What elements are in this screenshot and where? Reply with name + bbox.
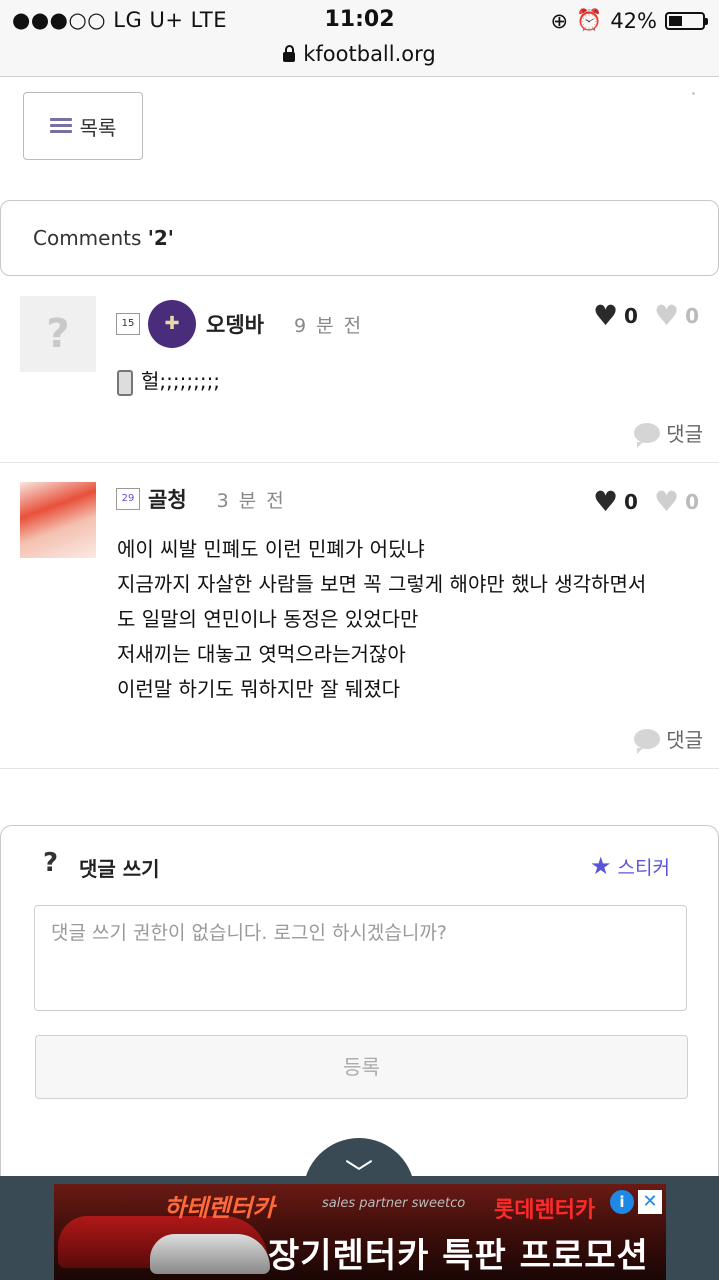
- comment-text: 헐;;;;;;;;;: [141, 369, 221, 393]
- ad-brand-secondary: 롯데렌터카: [494, 1198, 596, 1223]
- dislike-button[interactable]: ♥ 0: [654, 302, 699, 330]
- comment-meta: 15 오뎅바 9 분 전: [116, 296, 363, 352]
- comment-time: 9 분 전: [293, 314, 364, 337]
- comment-body: 헐;;;;;;;;;: [117, 364, 699, 399]
- dislike-count: 0: [685, 304, 699, 328]
- ad-bar: 하테렌터카 sales partner sweetco 롯데렌터카 장기렌터카 …: [0, 1176, 719, 1280]
- like-button[interactable]: ♥ 0: [593, 302, 638, 330]
- dislike-button[interactable]: ♥ 0: [654, 488, 699, 516]
- level-badge: 15: [116, 313, 140, 335]
- ad-banner[interactable]: 하테렌터카 sales partner sweetco 롯데렌터카 장기렌터카 …: [54, 1184, 666, 1280]
- battery-percent: 42%: [610, 8, 657, 33]
- comment-line: 이런말 하기도 뭐하지만 잘 뒈졌다: [117, 677, 401, 701]
- address-bar[interactable]: kfootball.org: [0, 40, 719, 77]
- comment-line: 도 일말의 연민이나 동정은 있었다만: [117, 607, 419, 631]
- vote-group: ♥ 0 ♥ 0: [593, 302, 699, 330]
- heart-icon: ♥: [592, 485, 619, 518]
- reply-label: 댓글: [666, 728, 703, 752]
- comment-body: 에이 씨발 민폐도 이런 민폐가 어딨냐 지금까지 자살한 사람들 보면 꼭 그…: [117, 532, 699, 707]
- speech-bubble-icon: [634, 422, 661, 448]
- speech-bubble-icon: [634, 728, 661, 754]
- sticker-button[interactable]: ★ 스티커: [590, 852, 670, 880]
- alarm-icon: ⏰: [576, 8, 603, 32]
- like-button[interactable]: ♥ 0: [593, 488, 638, 516]
- star-icon: ★: [590, 852, 612, 880]
- comment-item: 29 골청 3 분 전 ♥ 0 ♥ 0 에이 씨발 민폐도 이런 민폐가 어딨냐…: [0, 462, 719, 769]
- help-icon[interactable]: ?: [43, 848, 58, 878]
- url-text: kfootball.org: [303, 42, 436, 66]
- reply-label: 댓글: [666, 422, 703, 446]
- heart-icon: ♥: [592, 299, 619, 332]
- sticker-label: 스티커: [617, 856, 670, 879]
- comment-meta: 29 골청 3 분 전: [116, 484, 286, 514]
- ad-headline: 장기렌터카 특판 프로모션: [268, 1236, 649, 1276]
- list-icon: [49, 118, 72, 134]
- comment-author[interactable]: 골청: [148, 484, 187, 514]
- write-title: 댓글 쓰기: [79, 857, 160, 881]
- avatar-placeholder-icon[interactable]: ?: [20, 296, 96, 372]
- comment-line: 에이 씨발 민폐도 이런 민폐가 어딨냐: [117, 537, 425, 561]
- ad-info-icon[interactable]: i: [610, 1190, 634, 1214]
- comment-input[interactable]: [34, 905, 687, 1011]
- ad-partner: sales partner sweetco: [322, 1196, 466, 1211]
- like-count: 0: [624, 304, 638, 328]
- club-emblem-icon: [148, 300, 196, 348]
- reply-button[interactable]: 댓글: [634, 724, 703, 754]
- dislike-count: 0: [685, 490, 699, 514]
- status-icons: ⊕ ⏰ 42%: [550, 8, 708, 33]
- submit-button[interactable]: 등록: [35, 1035, 688, 1099]
- comments-label: Comments: [33, 226, 148, 250]
- comments-header: Comments '2': [0, 200, 719, 276]
- list-button[interactable]: 목록: [23, 92, 143, 160]
- ad-close-icon[interactable]: ✕: [638, 1190, 662, 1214]
- comment-time: 3 분 전: [216, 489, 286, 512]
- lock-icon: [283, 45, 296, 62]
- vote-group: ♥ 0 ♥ 0: [593, 488, 699, 516]
- battery-fill: [669, 15, 682, 26]
- status-bar: ●●●○○ LG U+ LTE 11:02 ⊕ ⏰ 42%: [0, 0, 719, 40]
- rotation-lock-icon: ⊕: [550, 8, 569, 33]
- ad-brand: 하테렌터카: [164, 1194, 275, 1222]
- mobile-icon: [117, 369, 133, 396]
- avatar[interactable]: [20, 482, 96, 558]
- battery-icon: [665, 11, 708, 30]
- level-badge: 29: [116, 488, 140, 510]
- broken-heart-icon: ♥: [653, 299, 680, 332]
- comments-count: '2': [147, 226, 174, 250]
- list-button-label: 목록: [79, 115, 117, 140]
- broken-heart-icon: ♥: [653, 485, 680, 518]
- comment-line: 지금까지 자살한 사람들 보면 꼭 그렇게 해야만 했나 생각하면서: [117, 572, 647, 596]
- scroll-indicator: [692, 92, 695, 95]
- car-image: [150, 1234, 270, 1274]
- comment-author[interactable]: 오뎅바: [206, 309, 264, 339]
- reply-button[interactable]: 댓글: [634, 418, 703, 448]
- comment-line: 저새끼는 대놓고 엿먹으라는거잖아: [117, 642, 406, 666]
- comment-item: ? 15 오뎅바 9 분 전 ♥ 0 ♥ 0 헐;;;;;;;;; 댓글: [0, 276, 719, 463]
- like-count: 0: [624, 490, 638, 514]
